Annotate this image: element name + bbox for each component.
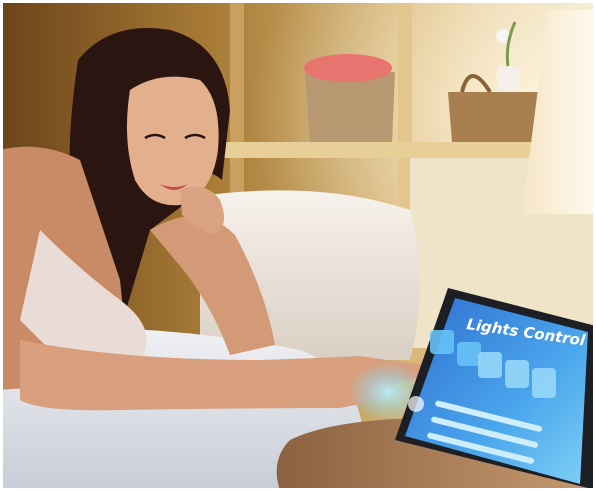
basket-contents: [304, 54, 392, 82]
light-tile: [505, 360, 529, 388]
shelf-board: [210, 142, 550, 158]
vase: [497, 66, 519, 92]
light-tile: [430, 330, 454, 354]
shelf-upright-right: [398, 0, 412, 230]
shelf-upright-left: [230, 0, 244, 200]
light-tile: [457, 342, 481, 366]
light-tile: [478, 352, 502, 378]
bedroom-photo: Lights Control: [0, 0, 596, 491]
basket-left: [305, 72, 395, 142]
basket-right: [448, 92, 540, 142]
face: [126, 76, 219, 206]
light-tile: [532, 368, 556, 398]
lightbulb-icon: [408, 396, 424, 412]
